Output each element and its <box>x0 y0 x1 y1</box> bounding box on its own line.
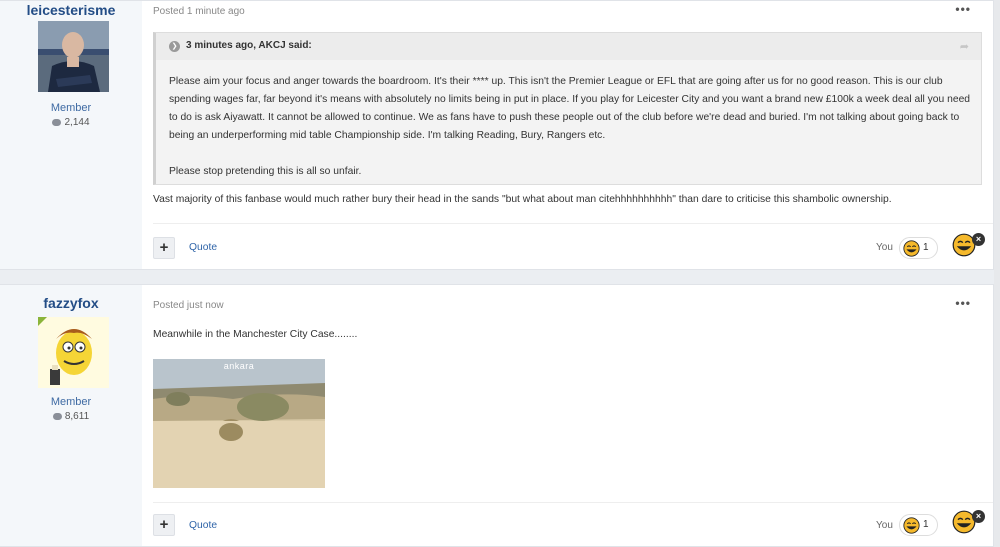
quote-block: ❯ 3 minutes ago, AKCJ said: ➦ Please aim… <box>153 32 982 185</box>
quote-button[interactable]: Quote <box>189 520 217 531</box>
gif-image <box>153 359 325 488</box>
share-icon[interactable]: ➦ <box>960 40 969 53</box>
quote-button[interactable]: Quote <box>189 242 217 253</box>
author-name[interactable]: fazzyfox <box>0 295 142 311</box>
quote-citation[interactable]: 3 minutes ago, AKCJ said: <box>186 40 312 51</box>
speech-bubble-icon <box>52 412 62 420</box>
author-name[interactable]: leicesterisme <box>0 2 142 18</box>
laughing-emoji-icon <box>903 240 920 260</box>
scrollbar[interactable] <box>994 0 1000 547</box>
avatar-image <box>38 21 109 92</box>
reaction-you-label[interactable]: You <box>876 520 893 531</box>
post-text: Vast majority of this fanbase would much… <box>153 194 892 205</box>
reaction-summary[interactable]: 1 <box>899 237 938 259</box>
divider <box>153 223 993 224</box>
gif-caption: ankara <box>223 361 255 371</box>
remove-reaction-icon[interactable]: × <box>972 510 985 523</box>
avatar-image <box>38 317 109 388</box>
post-count-value: 8,611 <box>64 411 90 422</box>
avatar[interactable] <box>38 317 109 388</box>
more-options-icon[interactable]: ••• <box>955 2 971 16</box>
post-timestamp[interactable]: Posted 1 minute ago <box>153 6 245 17</box>
post-timestamp[interactable]: Posted just now <box>153 300 224 311</box>
post-count: 8,611 <box>0 411 142 422</box>
post-content: Posted just now ••• Meanwhile in the Man… <box>142 285 993 546</box>
embedded-gif[interactable]: ankara <box>153 359 325 488</box>
reaction-summary[interactable]: 1 <box>899 514 938 536</box>
post: fazzyfox Member 8,611 Posted just now ••… <box>0 284 994 547</box>
multiquote-button[interactable]: + <box>153 514 175 536</box>
post-count: 2,144 <box>0 117 142 128</box>
multiquote-button[interactable]: + <box>153 237 175 259</box>
member-rank: Member <box>50 102 92 114</box>
speech-bubble-icon <box>52 118 62 126</box>
author-panel: fazzyfox Member 8,611 <box>0 285 142 546</box>
laughing-emoji-icon <box>903 517 920 537</box>
post-content: Posted 1 minute ago ••• ❯ 3 minutes ago,… <box>142 1 993 269</box>
author-panel: leicesterisme Member 2,144 <box>0 1 142 269</box>
divider <box>153 502 993 503</box>
quote-header: ❯ 3 minutes ago, AKCJ said: ➦ <box>156 33 981 60</box>
reaction-count: 1 <box>923 242 929 253</box>
member-rank: Member <box>50 396 92 408</box>
quote-icon: ❯ <box>169 41 180 52</box>
remove-reaction-icon[interactable]: × <box>972 233 985 246</box>
reaction-you-label[interactable]: You <box>876 242 893 253</box>
more-options-icon[interactable]: ••• <box>955 296 971 310</box>
avatar[interactable] <box>38 21 109 92</box>
post-count-value: 2,144 <box>64 117 90 128</box>
quote-paragraph: Please stop pretending this is all so un… <box>169 166 362 177</box>
post: leicesterisme Member 2,144 Posted 1 minu… <box>0 0 994 270</box>
reaction-count: 1 <box>923 519 929 530</box>
post-text: Meanwhile in the Manchester City Case...… <box>153 329 358 340</box>
quote-body: Please aim your focus and anger towards … <box>169 73 974 181</box>
online-indicator <box>38 317 47 326</box>
quote-paragraph: Please aim your focus and anger towards … <box>169 76 971 141</box>
